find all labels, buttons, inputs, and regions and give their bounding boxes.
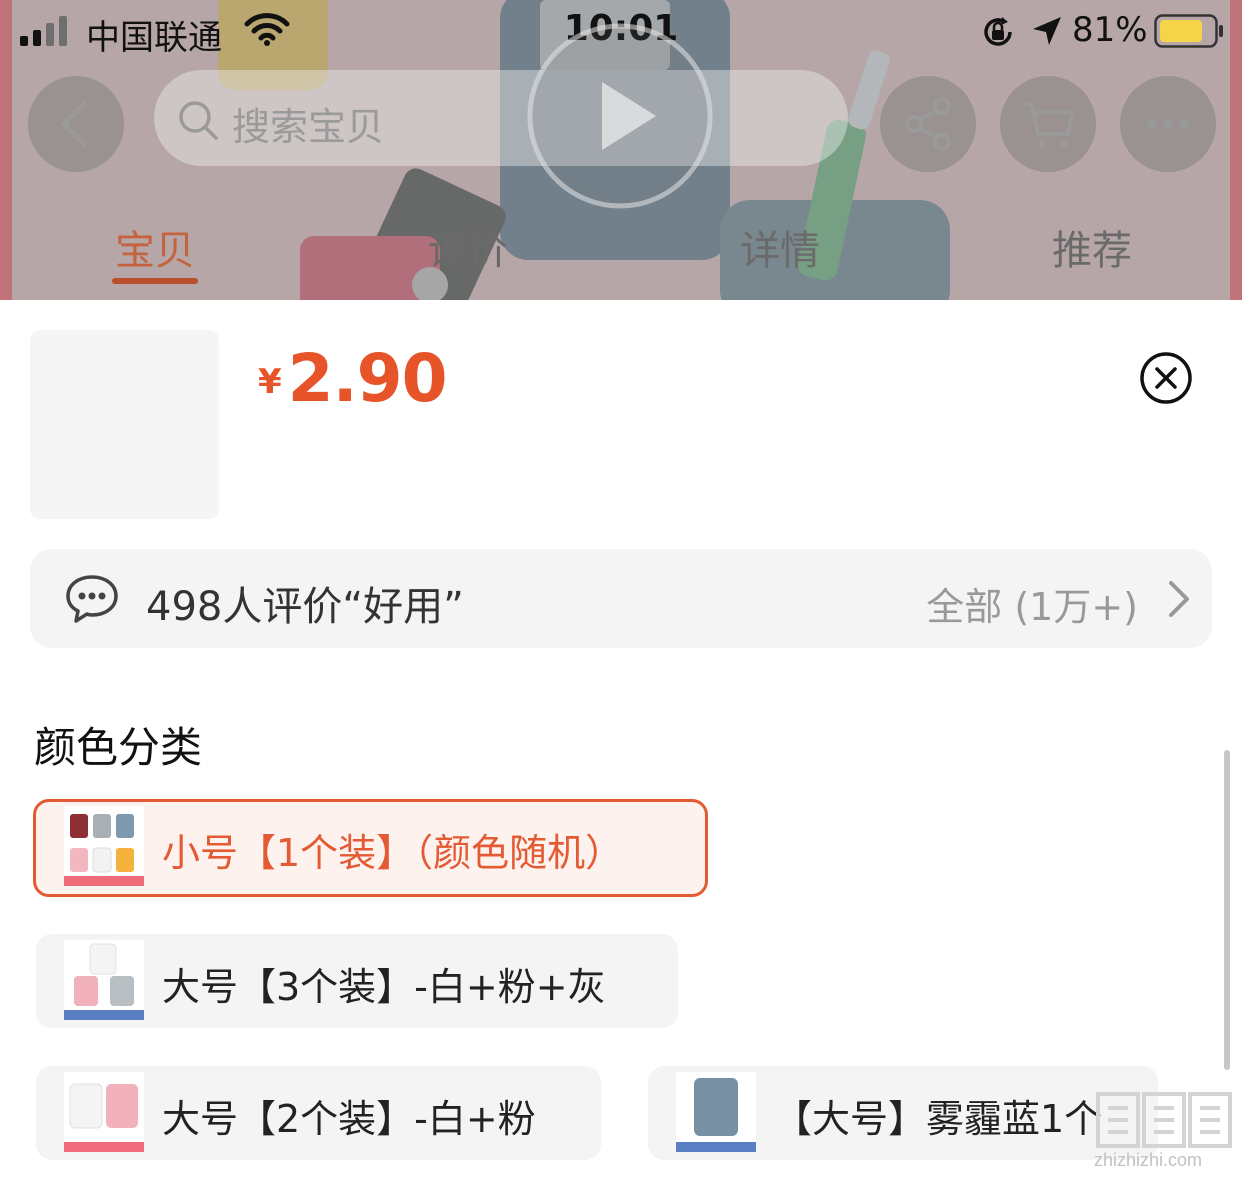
battery-icon bbox=[1154, 14, 1223, 48]
sku-option-label: 小号【1个装】（颜色随机） bbox=[162, 831, 624, 875]
detail-tabs: 宝贝 评价 详情 推荐 bbox=[0, 214, 1242, 294]
sku-option-image bbox=[64, 1072, 144, 1152]
price-currency: ¥ bbox=[258, 362, 282, 402]
chevron-right-icon bbox=[1169, 581, 1189, 617]
review-highlight: 498人评价“好用” bbox=[146, 584, 464, 630]
back-button[interactable] bbox=[28, 76, 124, 172]
sku-option-label: 【大号】雾霾蓝1个 bbox=[774, 1097, 1103, 1141]
search-bar[interactable]: 搜索宝贝 bbox=[154, 70, 848, 166]
review-summary-bar[interactable]: 498人评价“好用” 全部 (1万+) bbox=[30, 549, 1212, 648]
sku-option-large-2pc[interactable]: 大号【2个装】-白+粉 bbox=[36, 1066, 601, 1160]
active-tab-indicator bbox=[112, 278, 198, 284]
sku-option-image bbox=[64, 806, 144, 886]
search-icon bbox=[179, 101, 218, 140]
tab-baobei[interactable]: 宝贝 bbox=[75, 218, 235, 276]
sku-option-image bbox=[64, 940, 144, 1020]
color-category-title: 颜色分类 bbox=[34, 723, 203, 772]
tab-recommend[interactable]: 推荐 bbox=[1012, 218, 1172, 276]
cart-button[interactable] bbox=[1000, 76, 1096, 172]
sku-option-large-3pc[interactable]: 大号【3个装】-白+粉+灰 bbox=[36, 934, 678, 1028]
close-icon bbox=[1155, 367, 1177, 389]
price-amount: 2.90 bbox=[287, 340, 448, 417]
sku-option-label: 大号【3个装】-白+粉+灰 bbox=[162, 965, 606, 1009]
sku-option-image bbox=[676, 1072, 756, 1152]
scrollbar[interactable] bbox=[1224, 750, 1230, 1070]
sku-option-large-blue[interactable]: 【大号】雾霾蓝1个 bbox=[648, 1066, 1158, 1160]
search-placeholder: 搜索宝贝 bbox=[232, 105, 385, 149]
price: ¥2.90 bbox=[258, 340, 448, 417]
back-icon bbox=[61, 101, 87, 147]
more-button[interactable] bbox=[1120, 76, 1216, 172]
tab-details[interactable]: 详情 bbox=[700, 218, 860, 276]
all-reviews-link[interactable]: 全部 (1万+) bbox=[926, 576, 1138, 631]
sku-thumbnail[interactable] bbox=[30, 330, 219, 519]
play-video-button[interactable] bbox=[526, 22, 714, 210]
sku-option-label: 大号【2个装】-白+粉 bbox=[162, 1097, 536, 1141]
rotation-lock-icon bbox=[984, 17, 1012, 46]
sku-selector-sheet: ¥2.90 498人评价“好用” 全部 (1万+) 颜色分类 小号【1个装】（颜… bbox=[0, 300, 1242, 1180]
close-button[interactable] bbox=[1138, 350, 1194, 406]
share-icon bbox=[905, 97, 951, 151]
share-button[interactable] bbox=[880, 76, 976, 172]
battery-percent: 81% bbox=[1072, 10, 1148, 50]
more-icon bbox=[1147, 119, 1189, 129]
location-arrow-icon bbox=[1033, 17, 1061, 45]
tab-reviews[interactable]: 评价 bbox=[388, 218, 548, 276]
product-image-header: 中国联通 10:01 81% bbox=[0, 0, 1242, 300]
watermark-site: zhizhizhi.com bbox=[1094, 1150, 1203, 1170]
comment-icon bbox=[66, 575, 118, 623]
sku-option-small-1pc[interactable]: 小号【1个装】（颜色随机） bbox=[33, 799, 708, 897]
cart-icon bbox=[1024, 102, 1074, 148]
